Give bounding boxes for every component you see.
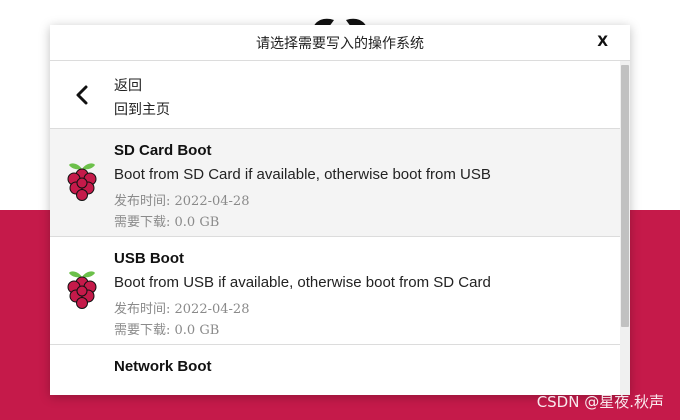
item-download-size: 需要下载: 0.0 GB	[114, 215, 220, 230]
os-select-dialog: 请选择需要写入的操作系统 X 返回 回到主页 SD Card Boot Boot…	[50, 25, 630, 395]
list-item-back[interactable]: 返回 回到主页	[50, 61, 620, 129]
dialog-header: 请选择需要写入的操作系统 X	[50, 25, 630, 61]
os-list: 返回 回到主页 SD Card Boot Boot from SD Card i…	[50, 61, 620, 395]
back-title: 返回	[114, 78, 142, 94]
item-description: Boot from SD Card if available, otherwis…	[114, 166, 491, 183]
raspberry-icon	[67, 271, 97, 309]
item-download-size: 需要下载: 0.0 GB	[114, 323, 220, 338]
item-release-date: 发布时间: 2022-04-28	[114, 194, 250, 209]
list-item-sd-card-boot[interactable]: SD Card Boot Boot from SD Card if availa…	[50, 129, 620, 237]
item-description: Boot from USB if available, otherwise bo…	[114, 274, 491, 291]
scrollbar-thumb[interactable]	[621, 65, 629, 327]
item-release-date: 发布时间: 2022-04-28	[114, 302, 250, 317]
back-arrow-icon	[76, 85, 88, 105]
close-button[interactable]: X	[597, 34, 608, 50]
list-item-network-boot[interactable]: Network Boot	[50, 345, 620, 395]
list-item-usb-boot[interactable]: USB Boot Boot from USB if available, oth…	[50, 237, 620, 345]
watermark-text: CSDN @星夜.秋声	[536, 393, 664, 411]
item-name: Network Boot	[114, 358, 212, 375]
item-name: SD Card Boot	[114, 142, 212, 159]
raspberry-icon	[67, 163, 97, 201]
dialog-title: 请选择需要写入的操作系统	[256, 35, 424, 52]
item-name: USB Boot	[114, 250, 184, 267]
list-scrollbar[interactable]	[620, 61, 630, 395]
back-subtitle: 回到主页	[114, 102, 170, 118]
